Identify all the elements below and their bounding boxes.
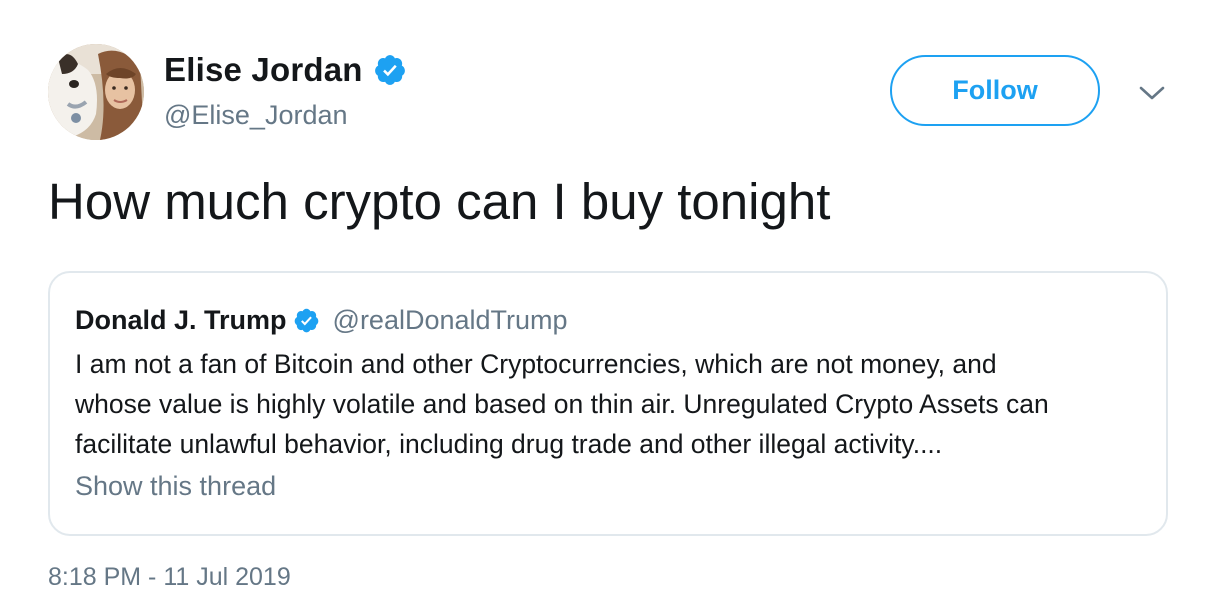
quoted-tweet-header: Donald J. Trump @realDonaldTrump xyxy=(75,300,568,340)
avatar[interactable] xyxy=(48,44,144,140)
verified-badge-icon xyxy=(373,53,407,87)
quoted-verified-badge-icon xyxy=(293,307,320,334)
follow-button[interactable]: Follow xyxy=(890,55,1100,126)
quoted-author-name: Donald J. Trump xyxy=(75,304,287,335)
chevron-down-icon[interactable] xyxy=(1138,83,1166,103)
tweet-card: Elise Jordan @Elise_Jordan Follow How mu… xyxy=(0,0,1224,616)
quoted-tweet-line: I am not a fan of Bitcoin and other Cryp… xyxy=(75,349,997,379)
author-display-name[interactable]: Elise Jordan xyxy=(164,51,363,89)
tweet-timestamp[interactable]: 8:18 PM - 11 Jul 2019 xyxy=(48,563,291,592)
quoted-tweet-text: I am not a fan of Bitcoin and other Cryp… xyxy=(75,344,1135,464)
quoted-tweet-line: facilitate unlawful behavior, including … xyxy=(75,429,943,459)
quoted-author-handle: @realDonaldTrump xyxy=(332,304,568,335)
avatar-image xyxy=(48,44,144,140)
author-name-row: Elise Jordan xyxy=(164,50,407,90)
quoted-tweet-line: whose value is highly volatile and based… xyxy=(75,389,1049,419)
show-thread-link[interactable]: Show this thread xyxy=(75,471,276,502)
tweet-text: How much crypto can I buy tonight xyxy=(48,173,831,230)
author-handle[interactable]: @Elise_Jordan xyxy=(164,100,348,131)
quoted-tweet-card[interactable]: Donald J. Trump @realDonaldTrump I am no… xyxy=(48,271,1168,536)
